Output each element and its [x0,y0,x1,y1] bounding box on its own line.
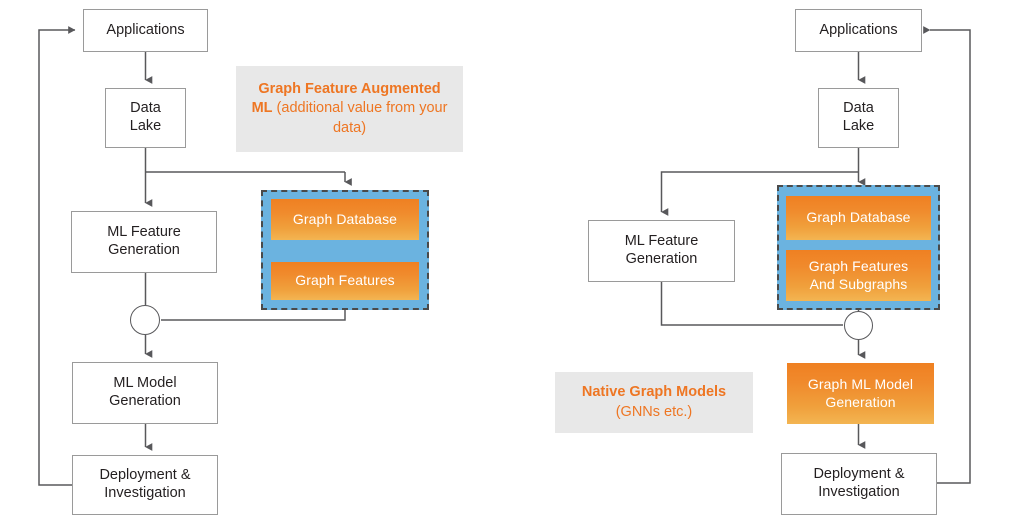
right-callout-native-graph-models: Native Graph Models (GNNs etc.) [555,372,753,433]
left-data-lake-label-line2: Lake [129,118,162,134]
diagram-canvas: Applications Data Lake ML Feature Genera… [0,0,1024,530]
right-graph-ml-model-generation-box[interactable]: Graph ML Model Generation [787,363,934,424]
right-graph-features-label-line2: And Subgraphs [809,275,908,292]
right-callout-bold-text: Native Graph Models [581,383,727,400]
left-applications-box[interactable]: Applications [83,9,208,52]
right-graph-ml-model-generation-label-line2: Generation [825,393,896,410]
left-graph-database-label: Graph Database [292,210,398,227]
left-ml-feature-generation-box[interactable]: ML Feature Generation [71,211,217,273]
right-graph-features-subgraphs-box[interactable]: Graph Features And Subgraphs [786,250,931,301]
right-ml-feature-generation-box[interactable]: ML Feature Generation [588,220,735,282]
right-callout-regular-text: (GNNs etc.) [615,403,693,420]
right-data-lake-label-line2: Lake [842,118,875,134]
left-ml-feature-generation-label-line2: Generation [108,242,180,258]
left-applications-label: Applications [106,21,185,38]
right-graph-features-label-line1: Graph Features [808,258,909,275]
right-deployment-investigation-box[interactable]: Deployment & Investigation [781,453,937,515]
left-merge-junction [130,305,160,335]
right-applications-label: Applications [819,21,898,38]
right-applications-box[interactable]: Applications [795,9,922,52]
left-callout-graph-feature-augmented-ml: Graph Feature Augmented ML (additional v… [236,66,463,152]
left-deployment-label-line1: Deployment & [99,467,191,484]
left-ml-model-generation-label-line1: ML Model [113,375,177,392]
left-graph-features-label: Graph Features [295,272,395,289]
left-callout-regular-text: (additional value from your data) [276,100,448,136]
left-graph-database-box[interactable]: Graph Database [271,199,419,240]
left-graph-features-box[interactable]: Graph Features [271,262,419,300]
right-ml-feature-generation-label-line1: ML Feature [624,233,699,250]
left-ml-feature-generation-label-line1: ML Feature [107,224,181,241]
left-ml-model-generation-label-line2: Generation [109,393,181,409]
right-ml-feature-generation-label-line2: Generation [625,251,698,267]
right-deployment-label-line2: Investigation [818,484,900,500]
left-ml-model-generation-box[interactable]: ML Model Generation [72,362,218,424]
right-data-lake-box[interactable]: Data Lake [818,88,899,148]
left-deployment-label-line2: Investigation [104,485,186,501]
right-graph-database-box[interactable]: Graph Database [786,196,931,240]
right-data-lake-label-line1: Data [843,100,874,117]
left-deployment-investigation-box[interactable]: Deployment & Investigation [72,455,218,515]
right-graph-ml-model-generation-label-line1: Graph ML Model [807,376,914,393]
right-deployment-label-line1: Deployment & [813,466,905,483]
left-data-lake-box[interactable]: Data Lake [105,88,186,148]
right-graph-database-label: Graph Database [806,209,911,226]
left-data-lake-label-line1: Data [130,100,161,117]
right-merge-junction [844,311,873,340]
